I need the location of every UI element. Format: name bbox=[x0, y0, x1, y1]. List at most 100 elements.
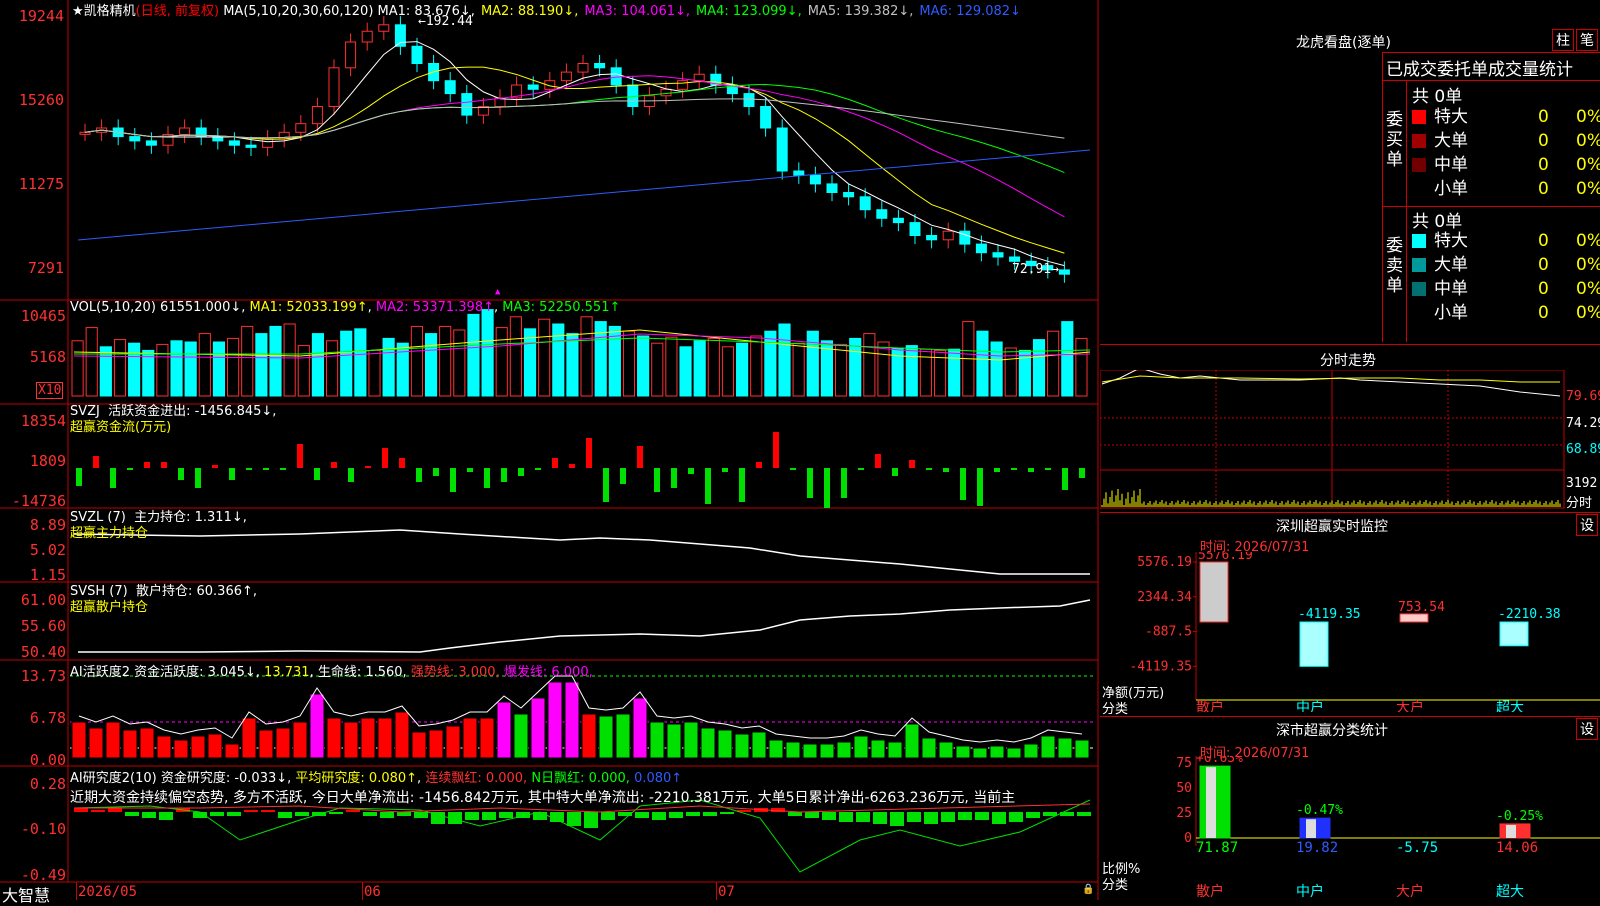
period-label[interactable]: (日线, 前复权) bbox=[136, 4, 219, 19]
monitor-bar-value: -4119.35 bbox=[1298, 607, 1361, 622]
fund-flow-bar bbox=[263, 468, 269, 470]
volume-bar bbox=[424, 333, 438, 397]
activity-bar bbox=[241, 717, 257, 759]
ma-value-6: MA6: 129.082↓ bbox=[919, 4, 1021, 19]
ai-active-tick: 6.78 bbox=[29, 709, 66, 727]
ma-value-2: MA2: 88.190↓, bbox=[480, 4, 579, 19]
candle-body bbox=[793, 170, 805, 176]
candle-body bbox=[577, 63, 589, 73]
bar-mode-button[interactable]: 柱 bbox=[1552, 29, 1574, 51]
activity-bar bbox=[785, 741, 801, 759]
candle-body bbox=[1009, 256, 1021, 262]
brand-label[interactable]: 大智慧 bbox=[2, 882, 50, 906]
ai-active-label: 资金活跃度: 3.045↓ bbox=[134, 665, 256, 680]
fund-flow-bar bbox=[144, 462, 150, 468]
stock-title[interactable]: ★凯格精机 bbox=[72, 4, 136, 19]
research-bar bbox=[856, 812, 870, 822]
price-tick: 15260 bbox=[18, 91, 64, 109]
activity-bar bbox=[989, 745, 1005, 759]
fund-flow-bar bbox=[892, 468, 898, 476]
research-bar bbox=[907, 812, 921, 822]
activity-bar bbox=[666, 723, 682, 759]
research-bar bbox=[227, 812, 241, 816]
research-bar bbox=[1009, 812, 1023, 822]
intraday-chart[interactable] bbox=[1100, 370, 1600, 510]
ai-research-streak: 连续飘红: 0.000, bbox=[425, 771, 528, 786]
fund-flow-bar bbox=[637, 446, 643, 468]
fund-flow-bar bbox=[93, 456, 99, 468]
price-header: ★凯格精机(日线, 前复权) MA(5,10,20,30,60,120) MA1… bbox=[72, 0, 1027, 19]
candle-body bbox=[610, 67, 622, 86]
activity-bar bbox=[649, 721, 665, 759]
sz-monitor-x-label: 分类 bbox=[1102, 702, 1129, 717]
fund-flow-bar bbox=[705, 468, 711, 504]
research-bar bbox=[295, 812, 309, 816]
sz-monitor-settings-button[interactable]: 设 bbox=[1576, 514, 1598, 536]
fund-flow-bar bbox=[433, 468, 439, 476]
sz-class-settings-button[interactable]: 设 bbox=[1576, 718, 1598, 740]
fund-flow-bar bbox=[960, 468, 966, 500]
activity-bar bbox=[394, 711, 410, 759]
activity-bar bbox=[921, 737, 937, 759]
ma-value-4: MA4: 123.099↓, bbox=[696, 4, 802, 19]
research-bar bbox=[278, 812, 292, 818]
volume-bar bbox=[990, 341, 1003, 397]
date-divider bbox=[76, 882, 77, 900]
volume-bar bbox=[410, 325, 423, 397]
order-color-swatch bbox=[1412, 282, 1426, 296]
volume-bar bbox=[665, 336, 678, 397]
research-bar bbox=[159, 812, 173, 820]
volume-bar bbox=[523, 328, 537, 397]
candlestick-layer bbox=[77, 16, 1091, 283]
price-tick: 11275 bbox=[18, 175, 64, 193]
class-change-label: -0.47% bbox=[1296, 803, 1343, 818]
monitor-y-tick: 2344.34 bbox=[1137, 590, 1192, 605]
intraday-price-line bbox=[1101, 370, 1561, 397]
activity-bar bbox=[326, 717, 342, 759]
activity-bar bbox=[496, 701, 512, 759]
svzj-subtitle: 超赢资金流(万元) bbox=[70, 420, 172, 435]
class-category: 散户 bbox=[1196, 883, 1224, 900]
chart-area[interactable]: ★凯格精机(日线, 前复权) MA(5,10,20,30,60,120) MA1… bbox=[0, 0, 1100, 905]
lock-icon[interactable]: 🔒 bbox=[1082, 884, 1094, 895]
candle-body bbox=[411, 45, 423, 64]
ma4-line bbox=[84, 83, 1065, 174]
chart-canvas[interactable] bbox=[0, 0, 1100, 900]
sz-monitor-title: 深圳超赢实时监控 bbox=[1276, 519, 1388, 535]
class-bar-value: -5.75 bbox=[1396, 840, 1438, 856]
volume-bar bbox=[707, 337, 720, 397]
ai-active-tick: 13.73 bbox=[20, 667, 66, 685]
candle-body bbox=[1058, 269, 1070, 275]
longhu-side-divider bbox=[1406, 80, 1407, 342]
class-bar-value: 19.82 bbox=[1296, 840, 1338, 856]
date-label: 2026/05 bbox=[78, 884, 138, 900]
volume-bar bbox=[495, 327, 508, 397]
fund-flow-bar bbox=[399, 458, 405, 468]
fund-flow-bar bbox=[501, 468, 507, 482]
svzl-label: 主力持仓: 1.311↓, bbox=[134, 510, 247, 525]
research-bar bbox=[890, 812, 904, 826]
low-price-label: 72.91→ bbox=[1012, 262, 1059, 277]
monitor-bar bbox=[1299, 621, 1329, 667]
monitor-bar bbox=[1199, 561, 1229, 623]
class-bar-value: 71.87 bbox=[1196, 840, 1238, 856]
sell-marker: ▲ bbox=[495, 287, 501, 297]
activity-bar bbox=[581, 713, 597, 759]
candle-body bbox=[145, 140, 157, 146]
fund-flow-bar bbox=[467, 468, 473, 472]
fund-flow-bar bbox=[1011, 468, 1017, 470]
volume-bar bbox=[71, 340, 84, 397]
class-category: 中户 bbox=[1296, 883, 1324, 900]
intraday-top-line bbox=[1100, 344, 1600, 345]
research-bar bbox=[992, 812, 1006, 824]
svzj-tick: -14736 bbox=[11, 492, 66, 510]
volume-bar bbox=[863, 333, 876, 397]
svsh-label: 散户持仓: 60.366↑, bbox=[136, 584, 258, 599]
volume-bar bbox=[764, 330, 777, 397]
fund-flow-bar bbox=[552, 458, 558, 468]
fund-flow-bar bbox=[807, 468, 813, 498]
ai-active-header: AI活跃度2 资金活跃度: 3.045↓, 13.731, 生命线: 1.560… bbox=[70, 665, 593, 680]
volume-bar bbox=[651, 342, 664, 397]
order-name: 大单 bbox=[1434, 255, 1468, 275]
line-mode-button[interactable]: 笔 bbox=[1576, 29, 1598, 51]
